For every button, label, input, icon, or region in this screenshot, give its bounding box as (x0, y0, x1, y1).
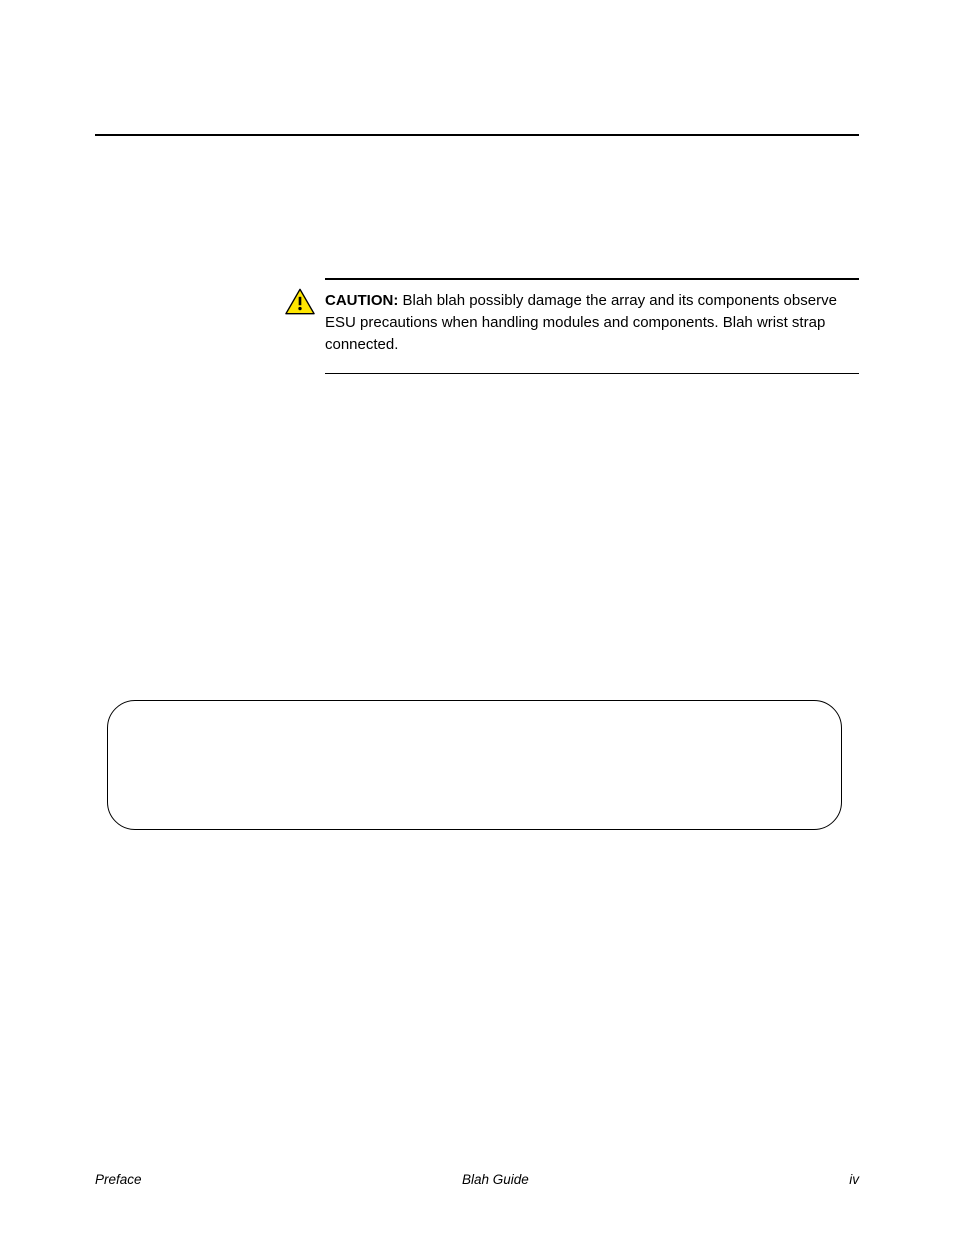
caution-row: CAUTION: Blah blah possibly damage the a… (285, 280, 859, 355)
caution-rule-bottom (325, 373, 859, 374)
page: CAUTION: Blah blah possibly damage the a… (0, 0, 954, 1235)
warning-icon (285, 288, 315, 315)
caution-label: CAUTION: (325, 292, 398, 309)
footer-right: iv (849, 1172, 859, 1187)
caution-text-wrap: CAUTION: Blah blah possibly damage the a… (315, 280, 859, 355)
note-box (107, 700, 842, 830)
footer-row: Preface Blah Guide iv (95, 1172, 859, 1187)
footer-left: Preface (95, 1172, 142, 1187)
caution-text: CAUTION: Blah blah possibly damage the a… (325, 292, 837, 353)
caution-body: Blah blah possibly damage the array and … (325, 292, 837, 353)
footer-center: Blah Guide (142, 1172, 850, 1187)
header-rule (95, 134, 859, 136)
caution-block: CAUTION: Blah blah possibly damage the a… (285, 278, 859, 374)
